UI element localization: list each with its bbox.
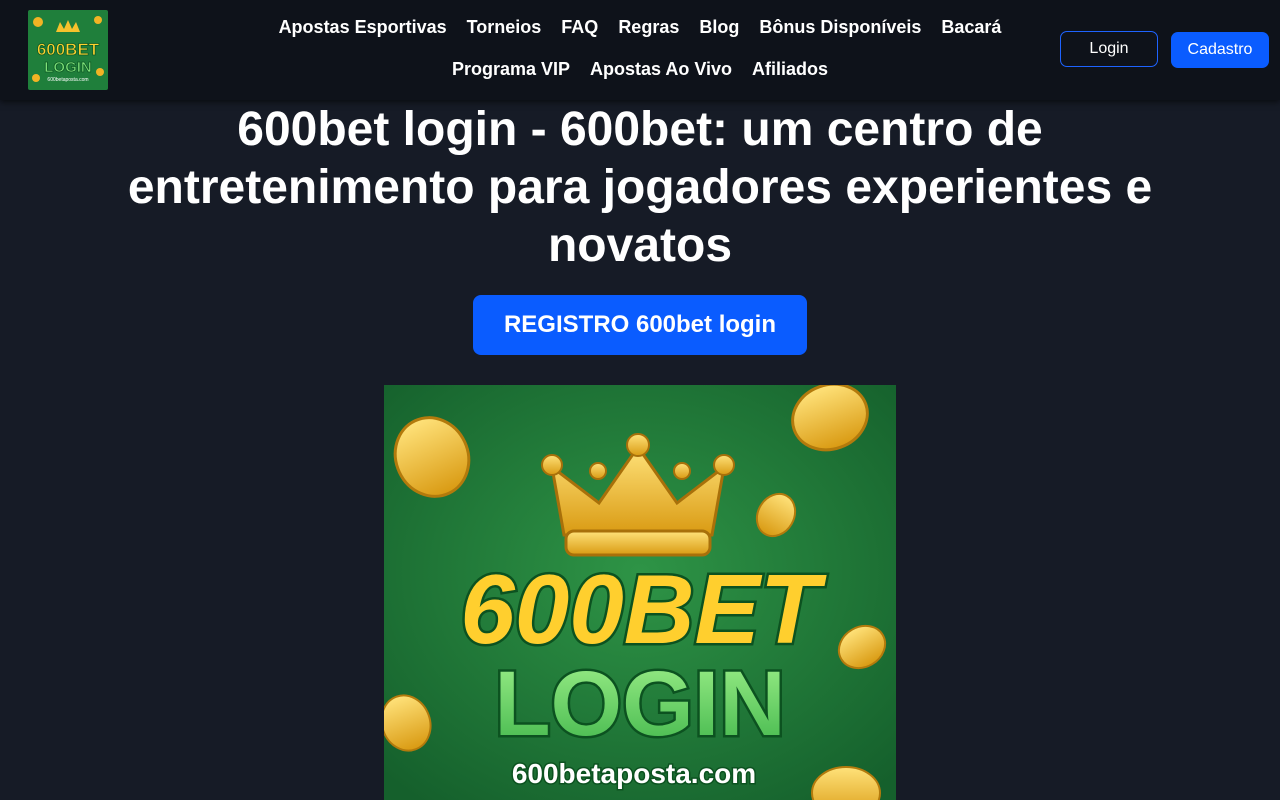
hero-banner-image: 600BET LOGIN 600betaposta.com	[384, 385, 896, 800]
hero-graphic: 600BET LOGIN 600betaposta.com	[384, 385, 896, 800]
logo-line1: 600BET	[37, 40, 100, 59]
nav-item-apostas-esportivas[interactable]: Apostas Esportivas	[269, 6, 457, 48]
hero-line2: LOGIN	[494, 653, 785, 755]
register-cta-button[interactable]: REGISTRO 600bet login	[473, 295, 807, 355]
nav-item-bacara[interactable]: Bacará	[931, 6, 1011, 48]
logo-line2: LOGIN	[44, 59, 92, 76]
signup-button[interactable]: Cadastro	[1171, 32, 1269, 68]
nav-item-bonus-disponiveis[interactable]: Bônus Disponíveis	[749, 6, 931, 48]
top-navigation-bar: 600BET LOGIN 600betaposta.com Apostas Es…	[0, 0, 1280, 100]
logo-domain: 600betaposta.com	[47, 77, 88, 83]
login-button[interactable]: Login	[1060, 31, 1158, 67]
nav-row-2: Programa VIP Apostas Ao Vivo Afiliados	[240, 48, 1040, 90]
site-logo[interactable]: 600BET LOGIN 600betaposta.com	[28, 10, 108, 90]
nav-item-torneios[interactable]: Torneios	[457, 6, 552, 48]
hero-domain: 600betaposta.com	[512, 758, 756, 789]
main-navigation: Apostas Esportivas Torneios FAQ Regras B…	[240, 6, 1040, 90]
nav-item-regras[interactable]: Regras	[608, 6, 689, 48]
nav-row-1: Apostas Esportivas Torneios FAQ Regras B…	[240, 6, 1040, 48]
nav-item-apostas-ao-vivo[interactable]: Apostas Ao Vivo	[580, 48, 742, 90]
page-title: 600bet login - 600bet: um centro de entr…	[127, 103, 1153, 272]
nav-item-afiliados[interactable]: Afiliados	[742, 48, 838, 90]
hero-line1: 600BET	[460, 554, 827, 664]
nav-item-programa-vip[interactable]: Programa VIP	[442, 48, 580, 90]
nav-item-blog[interactable]: Blog	[689, 6, 749, 48]
logo-graphic: 600BET LOGIN 600betaposta.com	[28, 10, 108, 90]
nav-item-faq[interactable]: FAQ	[551, 6, 608, 48]
